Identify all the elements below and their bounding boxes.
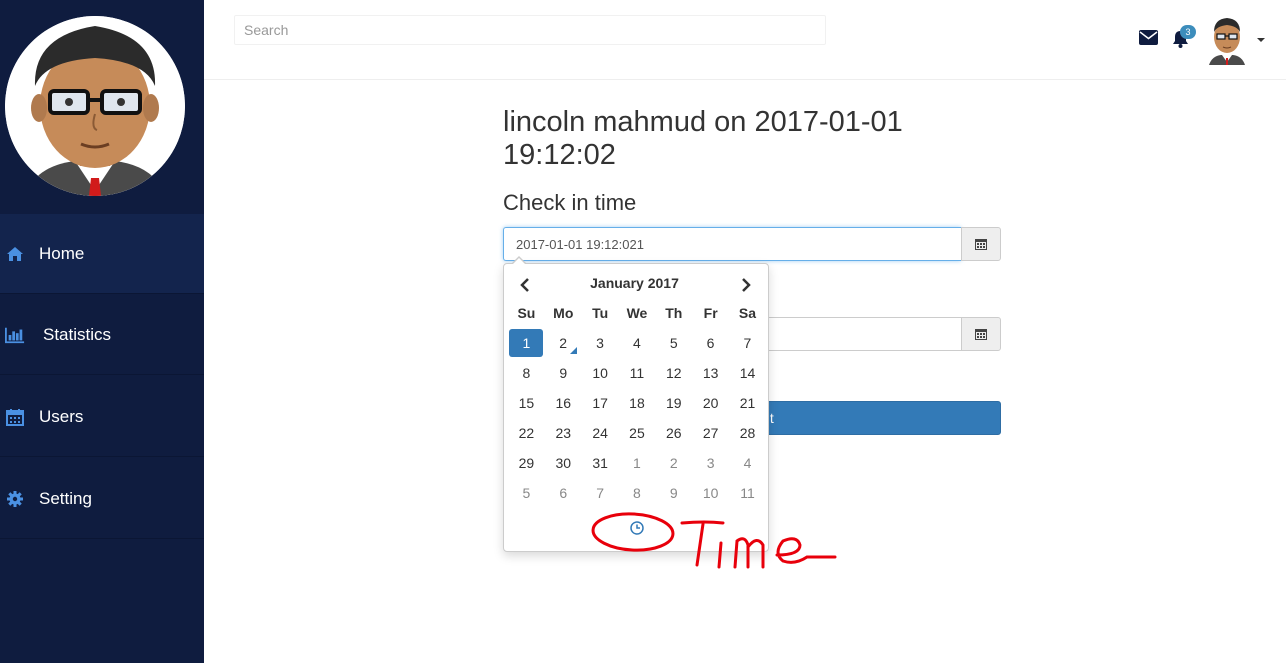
calendar-day[interactable]: 13 [692,358,729,388]
calendar-week-row: 22 23 24 25 26 27 28 [508,418,766,448]
calendar-day[interactable]: 8 [619,478,656,508]
calendar-day[interactable]: 6 [545,478,582,508]
user-avatar[interactable] [1207,15,1247,65]
calendar-day[interactable]: 28 [729,418,766,448]
calendar-day[interactable]: 18 [619,388,656,418]
calendar-day[interactable]: 3 [692,448,729,478]
calendar-day[interactable]: 11 [729,478,766,508]
calendar-day[interactable]: 26 [655,418,692,448]
calendar-day-selected[interactable]: 1 [509,329,544,357]
calendar-day[interactable]: 25 [619,418,656,448]
calendar-day[interactable]: 7 [729,328,766,358]
handwritten-time-annotation [591,512,837,569]
weekday-label: Th [665,305,683,321]
calendar-day[interactable]: 22 [508,418,545,448]
chevron-right-icon[interactable] [734,273,758,297]
sidebar-item-users[interactable]: Users [0,377,204,457]
calendar-day[interactable]: 11 [619,358,656,388]
envelope-icon[interactable] [1139,30,1158,45]
chevron-left-icon[interactable] [513,273,537,297]
sidebar-item-label: Statistics [43,324,112,344]
sidebar-item-label: Users [39,406,84,426]
calendar-day[interactable]: 9 [655,478,692,508]
sidebar-item-setting[interactable]: Setting [0,459,204,539]
chevron-down-icon[interactable] [1257,38,1265,42]
calendar-day[interactable]: 4 [618,328,655,358]
calendar-week-row: 5 6 7 8 9 10 11 [508,478,766,508]
calendar-day[interactable]: 31 [582,448,619,478]
weekday-label: We [626,305,648,321]
weekday-label: Tu [592,305,609,321]
calendar-icon [975,239,987,250]
checkin-time-input[interactable] [503,227,961,261]
calendar-icon [975,329,987,340]
calendar-day[interactable]: 7 [582,478,619,508]
calendar-icon [5,407,25,427]
calendar-day[interactable]: 23 [545,418,582,448]
calendar-day[interactable]: 10 [692,478,729,508]
gear-icon [5,489,25,509]
calendar-day[interactable]: 15 [508,388,545,418]
calendar-day[interactable]: 21 [729,388,766,418]
datepicker-month-title[interactable]: January 2017 [544,275,725,291]
sidebar-item-statistics[interactable]: Statistics [0,295,204,375]
calendar-day[interactable]: 16 [545,388,582,418]
calendar-day[interactable]: 19 [655,388,692,418]
calendar-day[interactable]: 2 [655,448,692,478]
sidebar: Home Statistics Users Setting [0,0,204,663]
weekday-label: Su [517,305,536,321]
calendar-button[interactable] [961,317,1001,351]
sidebar-item-label: Home [39,243,85,263]
weekday-label: Sa [738,305,757,321]
profile-avatar[interactable] [5,16,185,196]
calendar-day[interactable]: 24 [582,418,619,448]
calendar-day[interactable]: 8 [508,358,545,388]
calendar-day[interactable]: 30 [545,448,582,478]
calendar-day[interactable]: 1 [619,448,656,478]
calendar-day[interactable]: 3 [582,328,619,358]
checkin-label: Check in time [503,190,637,215]
calendar-day[interactable]: 12 [655,358,692,388]
calendar-week-row: 29 30 31 1 2 3 4 [508,448,766,478]
calendar-day[interactable]: 10 [582,358,619,388]
datepicker-calendar: Su Mo Tu We Th Fr Sa 1 2 3 4 5 6 7 8 9 10 11 12 13 14 15 16 17… [508,298,766,508]
calendar-day[interactable]: 27 [692,418,729,448]
calendar-week-row: 8 9 10 11 12 13 14 [508,358,766,388]
page-title: lincoln mahmud on 2017-01-01 19:12:02 [503,106,903,171]
calendar-day[interactable]: 17 [582,388,619,418]
weekday-label: Mo [553,305,574,321]
checkin-input-group [503,227,1001,261]
calendar-day[interactable]: 2 [545,328,582,358]
calendar-day[interactable]: 5 [508,478,545,508]
weekday-label: Fr [703,305,718,321]
sidebar-item-home[interactable]: Home [0,214,204,294]
calendar-day[interactable]: 4 [729,448,766,478]
notification-badge: 3 [1180,25,1196,39]
calendar-week-row: 1234567 [508,328,766,358]
search-input[interactable] [234,15,826,45]
calendar-day[interactable]: 5 [655,328,692,358]
top-bar [204,0,1286,80]
calendar-button[interactable] [961,227,1001,261]
calendar-day[interactable]: 29 [508,448,545,478]
calendar-day[interactable]: 14 [729,358,766,388]
calendar-day[interactable]: 9 [545,358,582,388]
calendar-day[interactable]: 6 [692,328,729,358]
home-icon [5,244,25,264]
calendar-day[interactable]: 20 [692,388,729,418]
bar-chart-icon [5,325,25,345]
sidebar-item-label: Setting [39,488,92,508]
calendar-week-row: 15 16 17 18 19 20 21 [508,388,766,418]
weekday-header: Su Mo Tu We Th Fr Sa [508,298,766,328]
